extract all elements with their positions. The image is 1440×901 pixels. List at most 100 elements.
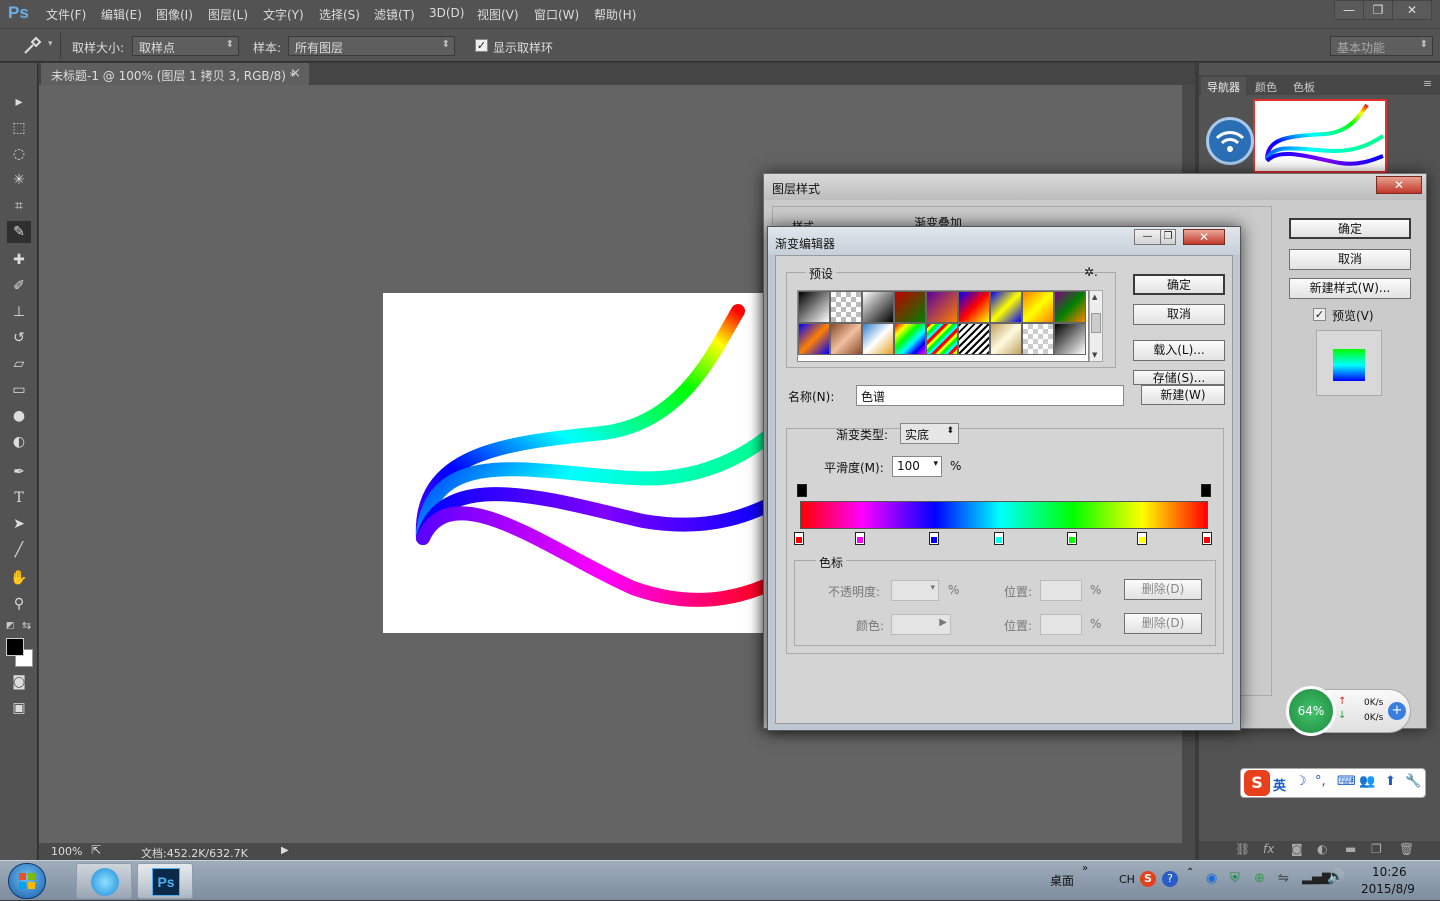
preset-swatch[interactable] [990, 323, 1022, 355]
stamp-tool-icon[interactable]: ⊥ [7, 301, 31, 323]
clock-time[interactable]: 10:26 [1372, 865, 1407, 879]
restore-button[interactable]: ❐ [1363, 0, 1393, 20]
menu-window[interactable]: 窗口(W) [534, 6, 579, 23]
line-tool-icon[interactable]: ╱ [7, 539, 31, 561]
desktop-toolbar-chevron-icon[interactable]: » [1082, 863, 1088, 874]
ge-minimize-button[interactable]: — [1134, 229, 1161, 245]
layer-mask-icon[interactable]: ◙ [1291, 842, 1303, 856]
path-select-tool-icon[interactable]: ➤ [7, 513, 31, 535]
opacity-stop-right[interactable] [1201, 484, 1211, 497]
menu-3d[interactable]: 3D(D) [429, 6, 464, 20]
tab-swatches[interactable]: 色板 [1287, 77, 1321, 97]
adjustment-layer-icon[interactable]: ◐ [1317, 842, 1327, 856]
tab-color[interactable]: 颜色 [1249, 77, 1283, 97]
presets-scrollbar[interactable]: ▲ ▼ [1089, 290, 1103, 362]
ime-upload-icon[interactable]: ⬆ [1385, 774, 1396, 789]
color-stop[interactable] [929, 532, 939, 545]
menu-image[interactable]: 图像(I) [156, 6, 193, 23]
preset-swatch[interactable] [958, 291, 990, 323]
minimize-button[interactable]: — [1334, 0, 1364, 20]
preset-swatch[interactable] [958, 323, 990, 355]
tab-navigator[interactable]: 导航器 [1201, 77, 1246, 97]
preset-swatch[interactable] [798, 323, 830, 355]
preset-swatch[interactable] [862, 323, 894, 355]
smoothness-chevron-icon[interactable]: ▾ [933, 459, 938, 469]
menu-select[interactable]: 选择(S) [319, 6, 360, 23]
preview-checkbox[interactable]: ✓ [1313, 308, 1326, 321]
close-button[interactable]: ✕ [1392, 0, 1432, 20]
language-indicator[interactable]: CH [1119, 873, 1135, 886]
gradient-type-select[interactable]: 实底 ⬍ [900, 423, 959, 444]
preset-swatch[interactable] [862, 291, 894, 323]
history-brush-tool-icon[interactable]: ↺ [7, 327, 31, 349]
start-button[interactable] [8, 863, 46, 899]
menu-type[interactable]: 文字(Y) [263, 6, 304, 23]
document-tab[interactable]: 未标题-1 @ 100% (图层 1 拷贝 3, RGB/8) * [41, 63, 309, 85]
color-stop[interactable] [1137, 532, 1147, 545]
taskbar-photoshop-app[interactable]: Ps [137, 863, 193, 899]
layer-style-ok-button[interactable]: 确定 [1289, 218, 1411, 239]
crop-tool-icon[interactable]: ⌗ [7, 195, 31, 217]
ime-lang-toggle[interactable]: 英 [1273, 775, 1286, 794]
tray-expand-icon[interactable]: ⌃ [1186, 867, 1194, 878]
preset-swatch[interactable] [830, 291, 862, 323]
ime-user-icon[interactable]: 👥 [1359, 774, 1375, 789]
new-layer-icon[interactable]: ❐ [1371, 842, 1382, 856]
trash-icon[interactable]: 🗑 [1399, 842, 1414, 856]
hand-tool-icon[interactable]: ✋ [7, 567, 31, 589]
workspace-select[interactable]: 基本功能 [1330, 36, 1433, 56]
preset-swatch[interactable] [926, 323, 958, 355]
document-canvas[interactable] [383, 293, 783, 633]
taskbar-browser-app[interactable] [76, 863, 132, 899]
preset-swatch[interactable] [894, 291, 926, 323]
preset-swatch[interactable] [990, 291, 1022, 323]
zoom-tool-icon[interactable]: ⚲ [7, 593, 31, 615]
show-ring-checkbox[interactable]: ✓ [475, 39, 488, 52]
preset-swatch[interactable] [1054, 291, 1086, 323]
ge-cancel-button[interactable]: 取消 [1133, 304, 1225, 325]
ge-close-button[interactable]: ✕ [1183, 229, 1225, 245]
security-tray-icon[interactable]: ⛨ [1230, 871, 1240, 886]
status-menu-arrow-icon[interactable]: ▶ [281, 845, 289, 856]
sample-select[interactable]: 所有图层 [288, 36, 455, 56]
new-style-button[interactable]: 新建样式(W)... [1289, 278, 1411, 299]
screen-mode-icon[interactable]: ▣ [7, 697, 31, 719]
link-layers-icon[interactable]: ⛓ [1235, 842, 1250, 856]
pen-tool-icon[interactable]: ✒ [7, 461, 31, 483]
ime-keyboard-icon[interactable]: ⌨ [1337, 774, 1356, 789]
network-speed-widget[interactable]: 64% ↑ ↓ 0K/s 0K/s + [1286, 686, 1411, 736]
preset-swatch[interactable] [830, 323, 862, 355]
layer-style-cancel-button[interactable]: 取消 [1289, 249, 1411, 270]
scroll-down-icon[interactable]: ▼ [1092, 351, 1097, 359]
memory-usage-circle[interactable]: 64% [1286, 686, 1336, 736]
preset-swatch[interactable] [894, 323, 926, 355]
layer-style-close-button[interactable]: ✕ [1376, 176, 1422, 194]
menu-file[interactable]: 文件(F) [46, 6, 86, 23]
menu-filter[interactable]: 滤镜(T) [374, 6, 415, 23]
gradient-tool-icon[interactable]: ▭ [7, 379, 31, 401]
ge-load-button[interactable]: 载入(L)... [1133, 340, 1225, 361]
sample-size-select[interactable]: 取样点 [132, 36, 239, 56]
color-stop[interactable] [794, 532, 804, 545]
document-tab-close-icon[interactable]: × [290, 66, 301, 81]
color-stop[interactable] [1202, 532, 1212, 545]
color-stop[interactable] [855, 532, 865, 545]
eraser-tool-icon[interactable]: ▱ [7, 353, 31, 375]
menu-view[interactable]: 视图(V) [477, 6, 519, 23]
tool-preset-chevron-icon[interactable]: ▾ [48, 39, 53, 49]
color-stop[interactable] [1067, 532, 1077, 545]
ime-halfwidth-icon[interactable]: ☽ [1295, 774, 1307, 789]
marquee-tool-icon[interactable]: ⬚ [7, 117, 31, 139]
sogou-tray-icon[interactable]: S [1140, 871, 1156, 887]
gradient-name-input[interactable]: 色谱 [856, 385, 1124, 406]
smoothness-input[interactable]: 100 ▾ [892, 456, 942, 477]
swap-colors-icon[interactable]: ⇆ [22, 619, 31, 632]
zoom-level[interactable]: 100% [51, 845, 82, 858]
magic-wand-tool-icon[interactable]: ✳ [7, 169, 31, 191]
presets-gear-icon[interactable]: ✲. [1084, 265, 1098, 279]
healing-brush-tool-icon[interactable]: ✚ [7, 249, 31, 271]
ime-settings-icon[interactable]: 🔧 [1405, 774, 1421, 789]
dodge-tool-icon[interactable]: ◐ [7, 431, 31, 453]
menu-help[interactable]: 帮助(H) [594, 6, 636, 23]
gradient-preview-bar[interactable] [800, 501, 1208, 529]
